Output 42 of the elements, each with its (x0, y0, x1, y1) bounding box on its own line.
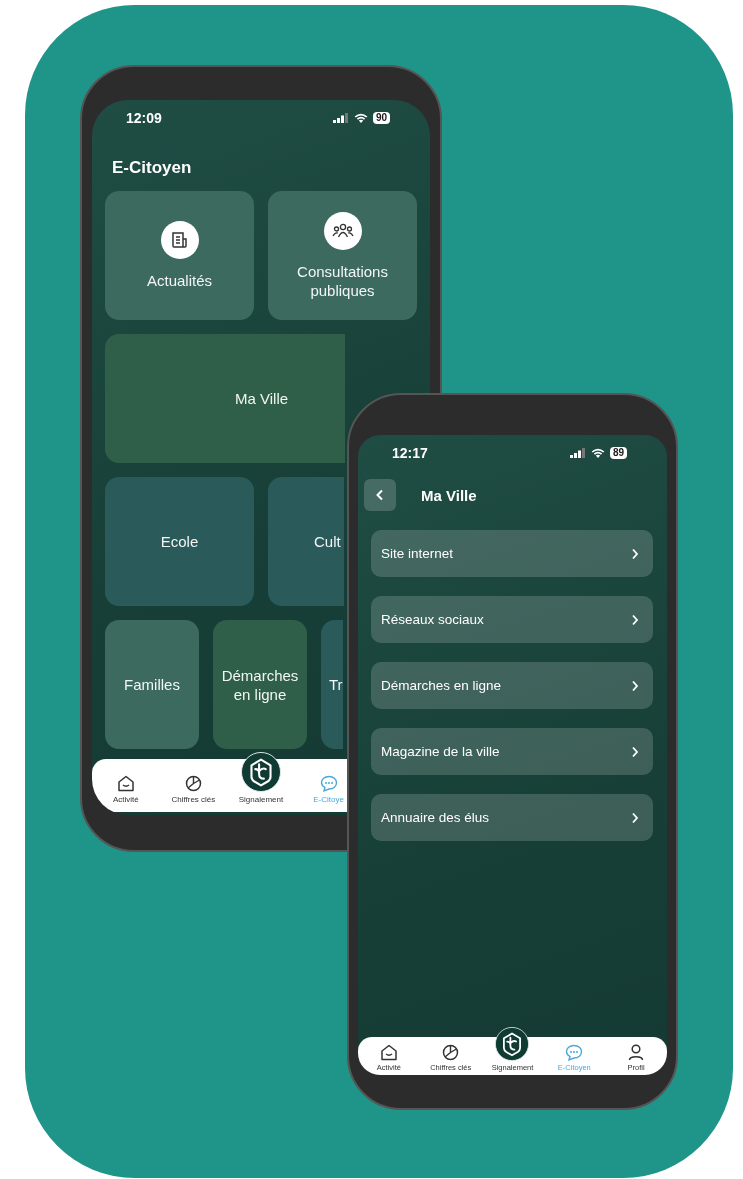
wifi-icon (353, 113, 368, 123)
chevron-right-icon (631, 811, 639, 824)
chevron-right-icon (631, 547, 639, 560)
chevron-right-icon (631, 679, 639, 692)
chat-bubble-icon (319, 775, 338, 792)
nav-tab[interactable]: Chiffres clés (171, 775, 216, 804)
chat-bubble-icon (565, 1044, 584, 1061)
menu-tile[interactable]: Familles (105, 620, 199, 749)
person-icon (628, 1044, 645, 1061)
status-time: 12:09 (126, 110, 162, 126)
nav-tab[interactable]: Activité (112, 775, 139, 804)
menu-tile[interactable]: Ecole (105, 477, 254, 606)
menu-tile[interactable]: Actualités (105, 191, 254, 320)
nav-tab[interactable]: Signalement (238, 752, 284, 804)
menu-list-item[interactable]: Réseaux sociaux (371, 596, 653, 643)
page-title: E-Citoyen (111, 157, 193, 179)
menu-tile[interactable]: Cult (268, 477, 344, 606)
newspaper-icon (160, 221, 199, 259)
pie-chart-icon (442, 1044, 460, 1061)
home-icon (379, 1044, 398, 1061)
pie-chart-icon (184, 775, 202, 792)
menu-list-item[interactable]: Annuaire des élus (371, 794, 653, 841)
signal-icon (332, 113, 349, 123)
menu-list-item[interactable]: Site internet (371, 530, 653, 577)
battery-level: 90 (372, 112, 390, 124)
battery-level: 89 (609, 447, 627, 459)
home-icon (116, 775, 135, 792)
wifi-icon (590, 448, 605, 458)
chevron-right-icon (631, 613, 639, 626)
people-group-icon (323, 211, 362, 250)
chevron-right-icon (631, 745, 639, 758)
back-button[interactable] (364, 479, 396, 511)
menu-tile[interactable]: Tr (321, 620, 343, 749)
menu-tile[interactable]: Ma Ville (105, 334, 345, 463)
menu-tile[interactable]: Démarches en ligne (213, 620, 307, 749)
signal-icon (569, 448, 586, 458)
back-chevron-icon (375, 489, 385, 501)
menu-list-item[interactable]: Magazine de la ville (371, 728, 653, 775)
page-title: Ma Ville (421, 486, 477, 504)
menu-tile[interactable]: Consultations publiques (268, 191, 417, 320)
status-time: 12:17 (392, 445, 428, 461)
menu-list-item[interactable]: Démarches en ligne (371, 662, 653, 709)
